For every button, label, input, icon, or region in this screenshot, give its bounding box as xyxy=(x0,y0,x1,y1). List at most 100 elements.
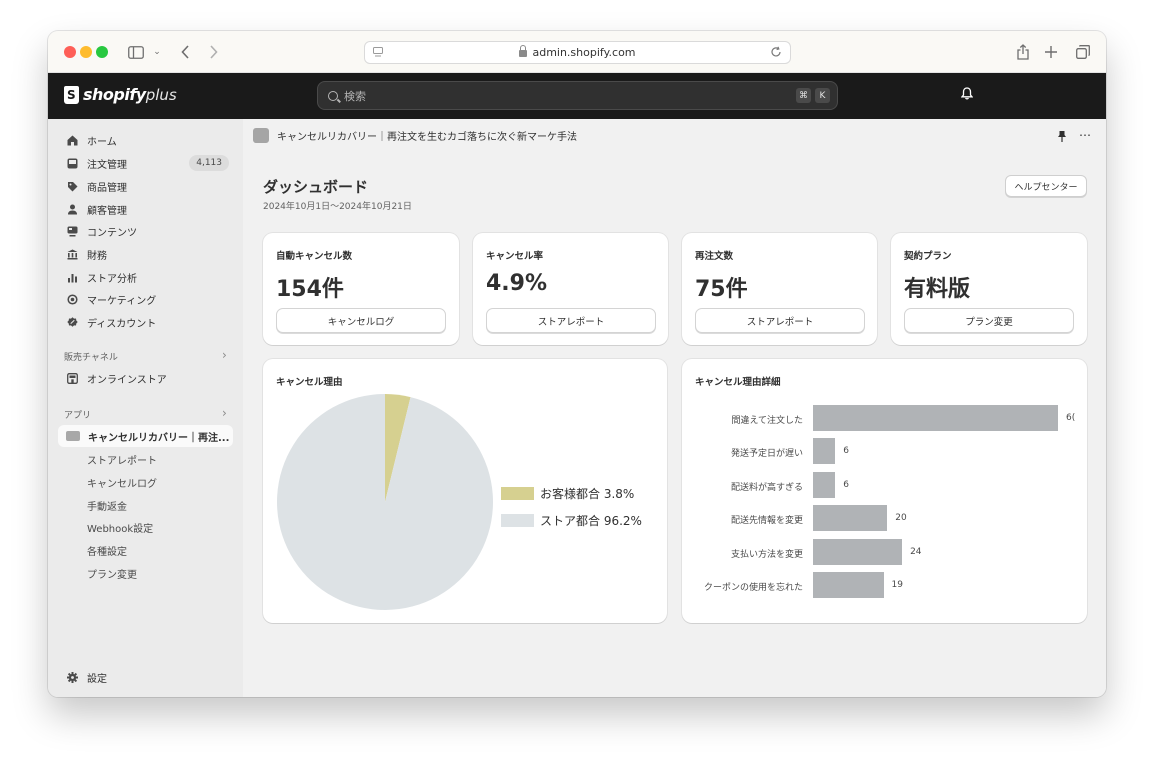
orders-count-badge: 4,113 xyxy=(189,155,229,171)
main-content: キャンセルリカバリー｜再注文を生むカゴ落ちに次ぐ新マーケ手法 ⋯ ダッシュボード… xyxy=(243,119,1106,697)
chevron-down-icon[interactable]: ⌄ xyxy=(152,41,162,63)
bar-category-label: 発送予定日が遅い xyxy=(730,449,803,460)
bar-value-label: 6( xyxy=(1066,413,1076,423)
sidebar-item-customers[interactable]: 顧客管理 xyxy=(58,198,233,220)
apps-chevron-icon[interactable]: › xyxy=(222,406,227,420)
sidebar-item-discounts[interactable]: ディスカウント xyxy=(58,311,233,333)
sales-channels-label: 販売チャネル xyxy=(64,353,118,363)
url-text: admin.shopify.com xyxy=(532,46,636,59)
legend-item: お客様都合 3.8% xyxy=(501,483,642,503)
storefront-icon xyxy=(66,372,78,384)
cancel-reason-detail-card: キャンセル理由詳細 間違えて注文した 6(発送予定日が遅い 6 配送料が高すぎる 6 配送… xyxy=(682,359,1087,623)
person-icon xyxy=(66,203,78,215)
sidebar-item-label: キャンセルリカバリー｜再注... xyxy=(88,432,230,444)
sidebar-toggle-icon[interactable] xyxy=(128,41,144,63)
plan-change-button[interactable]: プラン変更 xyxy=(904,308,1074,333)
page-title: ダッシュボード xyxy=(263,178,369,196)
logo-text: shopify xyxy=(83,85,146,104)
sidebar-item-orders[interactable]: 注文管理 4,113 xyxy=(58,152,233,174)
forward-button[interactable] xyxy=(206,41,220,63)
bar-chart-icon xyxy=(66,271,78,283)
stat-card-value: 有料版 xyxy=(904,277,971,302)
pin-icon[interactable] xyxy=(1058,131,1066,142)
stat-card-label: 契約プラン xyxy=(904,251,952,262)
pie-legend: お客様都合 3.8% ストア都合 96.2% xyxy=(501,483,642,537)
minimize-window-button[interactable] xyxy=(80,46,92,58)
sidebar-subitem-store-report[interactable]: ストアレポート xyxy=(58,448,233,470)
bar-chart-title: キャンセル理由詳細 xyxy=(695,377,781,388)
cancel-reason-pie-chart xyxy=(276,394,493,610)
legend-label: お客様都合 3.8% xyxy=(540,486,635,501)
sidebar-subitem-webhook[interactable]: Webhook設定 xyxy=(58,516,233,538)
zoom-window-button[interactable] xyxy=(96,46,108,58)
sidebar: ホーム 注文管理 4,113 商品管理 顧客管理 コンテンツ 財務 ストア分析 xyxy=(48,119,243,697)
discount-icon xyxy=(66,316,78,328)
sidebar-item-label: コンテンツ xyxy=(87,227,137,239)
bar-category-label: 支払い方法を変更 xyxy=(730,549,803,560)
more-options-icon[interactable]: ⋯ xyxy=(1079,128,1092,142)
logo-plus-text: plus xyxy=(145,85,177,104)
legend-swatch xyxy=(501,486,534,500)
bar-1 xyxy=(813,405,1058,431)
bar-category-label: 配送先情報を変更 xyxy=(730,516,803,527)
tab-overview-icon[interactable] xyxy=(1075,41,1091,63)
address-bar[interactable]: admin.shopify.com xyxy=(364,41,791,64)
store-report-button[interactable]: ストアレポート xyxy=(695,308,865,333)
back-button[interactable] xyxy=(178,41,192,63)
search-input[interactable]: 検索 ⌘ K xyxy=(317,81,838,110)
legend-item: ストア都合 96.2% xyxy=(501,510,642,530)
browser-toolbar: ⌄ admin.shopify.com xyxy=(48,31,1106,73)
sidebar-item-label: 注文管理 xyxy=(87,159,127,171)
search-icon xyxy=(328,90,338,101)
sidebar-item-label: 設定 xyxy=(87,673,107,685)
sidebar-subitem-manual-refund[interactable]: 手動返金 xyxy=(58,494,233,516)
home-icon xyxy=(66,134,78,146)
sidebar-item-marketing[interactable]: マーケティング xyxy=(58,288,233,310)
search-placeholder: 検索 xyxy=(344,89,366,103)
shopify-logo[interactable]: shopify plus xyxy=(64,85,177,104)
reload-icon[interactable] xyxy=(770,46,782,58)
stat-card-auto-cancel: 自動キャンセル数 154件 キャンセルログ xyxy=(263,233,459,345)
bar-category-label: 間違えて注文した xyxy=(731,416,803,426)
new-tab-icon[interactable] xyxy=(1044,41,1058,63)
sidebar-item-analytics[interactable]: ストア分析 xyxy=(58,266,233,288)
bar-6 xyxy=(813,572,884,598)
stat-card-label: 自動キャンセル数 xyxy=(276,251,353,262)
target-icon xyxy=(66,293,78,305)
pie-slice-2 xyxy=(276,394,493,610)
stat-card-value: 154件 xyxy=(276,277,344,302)
legend-swatch xyxy=(501,513,534,527)
sidebar-item-content[interactable]: コンテンツ xyxy=(58,220,233,242)
share-icon[interactable] xyxy=(1016,41,1030,63)
app-thumbnail-icon xyxy=(253,128,269,143)
sidebar-item-settings[interactable]: 設定 xyxy=(58,666,233,688)
breadcrumb: キャンセルリカバリー｜再注文を生むカゴ落ちに次ぐ新マーケ手法 xyxy=(253,128,577,143)
sidebar-subitem-settings[interactable]: 各種設定 xyxy=(58,539,233,561)
bar-value-label: 20 xyxy=(895,513,907,524)
browser-window: ⌄ admin.shopify.com S shopify plus 検索 ⌘ … xyxy=(48,31,1106,697)
help-center-button[interactable]: ヘルプセンター xyxy=(1005,175,1087,197)
sidebar-subitem-cancel-log[interactable]: キャンセルログ xyxy=(58,471,233,493)
bar-3 xyxy=(813,471,836,498)
sidebar-subitem-plan-change[interactable]: プラン変更 xyxy=(58,562,233,584)
notification-bell-icon[interactable] xyxy=(960,87,974,100)
bar-value-label: 19 xyxy=(891,580,903,590)
admin-topbar: shopify plus 検索 ⌘ K xyxy=(48,73,1106,119)
legend-label: ストア都合 96.2% xyxy=(540,513,642,528)
sidebar-item-app-cancel-recovery[interactable]: キャンセルリカバリー｜再注... xyxy=(58,425,233,447)
sidebar-item-home[interactable]: ホーム xyxy=(58,129,233,151)
sidebar-item-products[interactable]: 商品管理 xyxy=(58,175,233,197)
breadcrumb-title: キャンセルリカバリー｜再注文を生むカゴ落ちに次ぐ新マーケ手法 xyxy=(277,132,577,143)
sidebar-item-label: マーケティング xyxy=(87,295,157,307)
app-thumbnail-icon xyxy=(66,431,80,441)
sidebar-item-label: ディスカウント xyxy=(87,318,157,330)
sidebar-item-online-store[interactable]: オンラインストア xyxy=(58,367,233,389)
cancel-log-button[interactable]: キャンセルログ xyxy=(276,308,446,333)
store-report-button[interactable]: ストアレポート xyxy=(486,308,656,333)
sales-channels-chevron-icon[interactable]: › xyxy=(222,348,227,362)
shortcut-k-key: K xyxy=(815,88,830,103)
stat-card-label: キャンセル率 xyxy=(486,251,544,262)
sidebar-item-finance[interactable]: 財務 xyxy=(58,243,233,265)
stat-card-value: 4.9% xyxy=(486,271,548,296)
close-window-button[interactable] xyxy=(64,46,76,58)
